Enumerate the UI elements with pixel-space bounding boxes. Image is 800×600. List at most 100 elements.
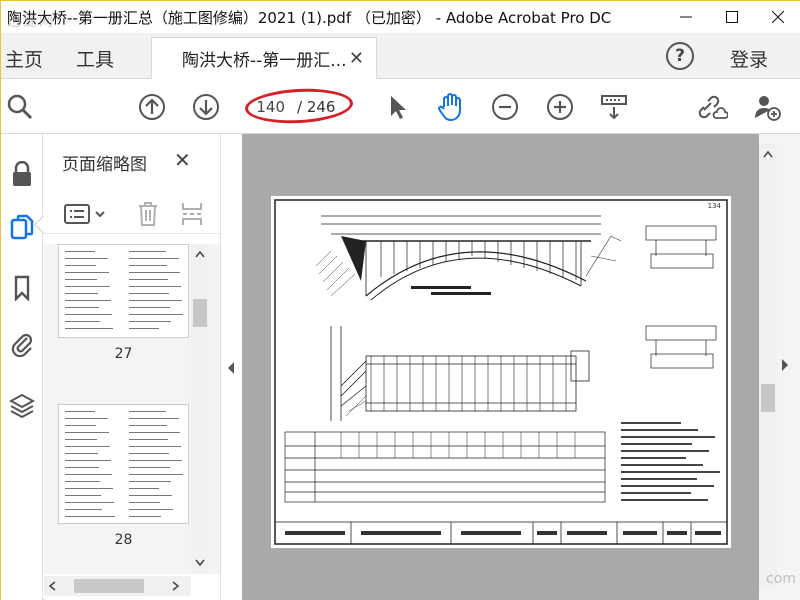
thumbnail-text-line [129,502,160,504]
scroll-up-icon[interactable] [195,250,205,258]
thumbnail-page-number: 27 [114,346,133,362]
layers-icon [9,393,35,419]
maximize-icon [726,11,738,23]
zoom-out-icon[interactable] [490,92,520,122]
thumbnail-text-line [65,446,110,448]
thumbnail-text-line [65,453,98,455]
thumbnail-text-line [129,251,166,253]
doc-scroll-up-icon[interactable] [763,150,773,158]
rail-security[interactable] [1,156,43,192]
thumbnail-text-line [65,418,108,420]
thumbnail-text-line [65,425,96,427]
panel-splitter[interactable] [220,134,242,600]
pages-icon [10,214,34,240]
tab-tools[interactable]: 工具 [76,45,114,72]
page-up-icon[interactable] [137,92,167,122]
rail-bookmarks[interactable] [1,270,43,306]
document-viewer[interactable]: 134 [242,134,759,600]
search-icon[interactable] [5,92,35,122]
extract-pages-icon[interactable] [180,200,204,228]
window-title: 陶洪大桥--第一册汇总（施工图修编）2021 (1).pdf （已加密） - A… [7,8,612,27]
link-cloud-icon[interactable] [698,92,728,122]
thumbnail-text-line [129,474,183,476]
close-icon [772,11,784,23]
document-scrollbar[interactable] [759,144,777,589]
thumbnail-text-line [129,272,180,274]
add-user-icon[interactable] [752,92,782,122]
tab-home[interactable]: 主页 [5,45,43,72]
thumbnail-options-icon[interactable] [64,202,108,226]
tab-close-icon[interactable]: ✕ [349,48,364,69]
tab-document[interactable]: 陶洪大桥--第一册汇... ✕ [151,37,377,79]
maximize-button[interactable] [709,1,755,33]
thumbnail-text-line [129,279,168,281]
thumbnail-panel: 页面缩略图 ✕ 27 28 [44,134,220,600]
thumbnail-text-line [65,432,109,434]
right-pane [759,134,800,600]
panel-close-icon[interactable]: ✕ [174,148,191,172]
thumbnail-text-line [129,286,181,288]
thumbnail-text-line [129,258,179,260]
thumbnail-text-line [129,509,173,511]
scroll-down-icon[interactable] [195,559,205,567]
corner-watermark: com [766,571,796,587]
page-down-icon[interactable] [191,92,221,122]
scroll-right-icon[interactable] [172,581,180,591]
thumbnail-text-line [65,502,114,504]
thumbnail-text-line [129,265,167,267]
thumbnail-horizontal-scrollbar[interactable] [44,576,191,596]
minimize-button[interactable] [663,1,709,33]
scroll-mode-icon[interactable] [599,92,629,122]
rail-attachments[interactable] [1,326,43,362]
thumbnail-text-line [129,453,169,455]
rail-layers[interactable] [1,388,43,424]
thumbnail-text-line [129,432,180,434]
thumbnail-text-line [65,251,95,253]
thumbnail-text-line [65,495,101,497]
thumbnail-page-number: 28 [114,532,133,548]
thumbnail-text-line [129,328,159,330]
thumbnail-text-line [65,516,115,518]
thumbnail-text-line [65,467,99,469]
thumbnail-text-line [65,474,112,476]
scrollbar-thumb[interactable] [193,299,207,327]
thumbnail-text-line [129,481,171,483]
thumbnail-text-line [65,328,113,330]
sign-in-link[interactable]: 登录 [730,45,768,72]
minimize-icon [680,16,692,18]
thumbnail-text-line [65,307,99,309]
collapse-panel-icon[interactable] [227,362,235,374]
scroll-left-icon[interactable] [48,581,56,591]
thumbnail-text-line [65,439,97,441]
thumbnail-text-line [65,286,110,288]
thumbnail-text-line [129,495,172,497]
close-window-button[interactable] [755,1,800,33]
thumbnail-scrollbar[interactable] [191,244,209,574]
bridge-drawing [274,199,728,545]
trash-icon[interactable] [136,200,160,228]
thumbnail-text-line [65,460,111,462]
thumbnail-text-line [129,300,182,302]
horizontal-scrollbar-thumb[interactable] [74,579,144,593]
tab-document-label: 陶洪大桥--第一册汇... [182,51,347,71]
thumbnail-text-line [129,307,170,309]
page-thumbnail-28[interactable] [58,404,189,524]
rail-page-thumbnails[interactable] [1,210,43,246]
attachment-icon [11,333,33,358]
thumbnail-text-line [129,293,169,295]
select-arrow-icon[interactable] [383,92,413,122]
thumbnail-text-line [129,418,179,420]
thumbnail-text-line [65,509,102,511]
thumbnail-text-line [65,279,97,281]
panel-toolbar [44,194,220,234]
zoom-in-icon[interactable] [545,92,575,122]
thumbnail-text-line [65,300,111,302]
expand-right-pane-icon[interactable] [781,359,789,371]
pdf-page: 134 [271,196,731,548]
document-scrollbar-thumb[interactable] [761,384,775,412]
page-thumbnail-27[interactable] [58,244,189,338]
hand-tool-icon[interactable] [435,92,465,122]
thumbnail-text-line [65,265,96,267]
help-icon[interactable]: ? [666,42,694,70]
thumbnail-text-line [65,258,108,260]
